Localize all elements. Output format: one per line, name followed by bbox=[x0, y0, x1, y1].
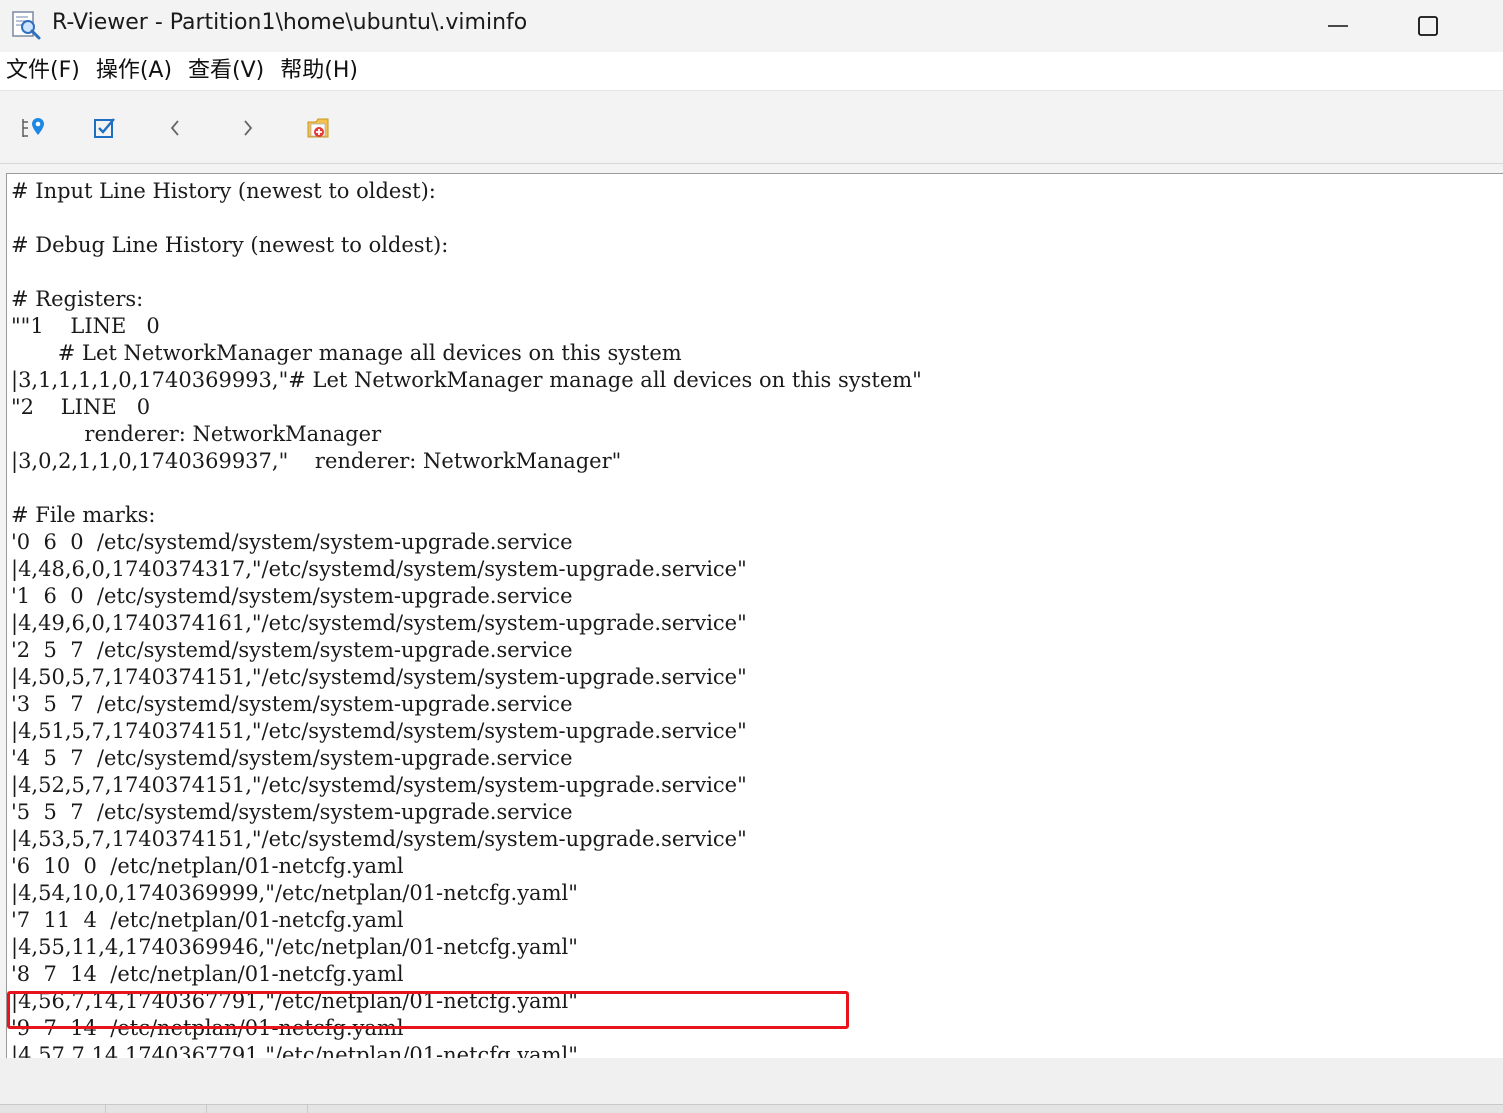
status-segment bbox=[106, 1105, 207, 1113]
text-line: |4,53,5,7,1740374151,"/etc/systemd/syste… bbox=[11, 827, 747, 851]
text-line: |4,51,5,7,1740374151,"/etc/systemd/syste… bbox=[11, 719, 747, 743]
locate-in-tree-button[interactable] bbox=[18, 113, 48, 143]
text-line: renderer: NetworkManager bbox=[11, 422, 382, 446]
text-line: # Debug Line History (newest to oldest): bbox=[11, 233, 449, 257]
text-line: ""1 LINE 0 bbox=[11, 314, 160, 338]
menu-help[interactable]: 帮助(H) bbox=[274, 52, 366, 90]
menu-view[interactable]: 查看(V) bbox=[182, 52, 272, 90]
text-line bbox=[11, 475, 922, 502]
chevron-left-icon bbox=[170, 120, 179, 136]
menu-action[interactable]: 操作(A) bbox=[90, 52, 180, 90]
text-line: |4,48,6,0,1740374317,"/etc/systemd/syste… bbox=[11, 557, 747, 581]
text-line: # Registers: bbox=[11, 287, 144, 311]
status-segment bbox=[207, 1105, 308, 1113]
chevron-right-icon bbox=[244, 120, 253, 136]
title-bar[interactable]: R-Viewer - Partition1\home\ubuntu\.vimin… bbox=[0, 0, 1503, 52]
bottom-strip bbox=[0, 1104, 1503, 1113]
checkbox-icon bbox=[94, 118, 115, 138]
text-line: '4 5 7 /etc/systemd/system/system-upgrad… bbox=[11, 746, 573, 770]
status-segment bbox=[0, 1105, 106, 1113]
text-line: '2 5 7 /etc/systemd/system/system-upgrad… bbox=[11, 638, 573, 662]
text-line: # File marks: bbox=[11, 503, 156, 527]
text-line: '7 11 4 /etc/netplan/01-netcfg.yaml bbox=[11, 908, 404, 932]
text-line: '8 7 14 /etc/netplan/01-netcfg.yaml bbox=[11, 962, 404, 986]
menu-file[interactable]: 文件(F) bbox=[0, 52, 88, 90]
text-line: |4,50,5,7,1740374151,"/etc/systemd/syste… bbox=[11, 665, 747, 689]
text-line: "2 LINE 0 bbox=[11, 395, 151, 419]
text-line: |3,1,1,1,1,0,1740369993,"# Let NetworkMa… bbox=[11, 368, 922, 392]
minimize-icon bbox=[1328, 25, 1348, 27]
text-line: |4,49,6,0,1740374161,"/etc/systemd/syste… bbox=[11, 611, 747, 635]
text-line: |4,57,7,14,1740367791,"/etc/netplan/01-n… bbox=[11, 1043, 578, 1059]
text-line: # Input Line History (newest to oldest): bbox=[11, 179, 436, 203]
text-line: # Let NetworkManager manage all devices … bbox=[11, 341, 682, 365]
text-line: '1 6 0 /etc/systemd/system/system-upgrad… bbox=[11, 584, 573, 608]
text-line: '0 6 0 /etc/systemd/system/system-upgrad… bbox=[11, 530, 573, 554]
locate-in-tree-icon bbox=[22, 118, 44, 137]
text-line: '6 10 0 /etc/netplan/01-netcfg.yaml bbox=[11, 854, 404, 878]
text-lines: # Input Line History (newest to oldest):… bbox=[11, 178, 922, 1059]
forward-button[interactable] bbox=[232, 113, 262, 143]
text-line bbox=[11, 205, 922, 232]
window-title: R-Viewer - Partition1\home\ubuntu\.vimin… bbox=[52, 10, 528, 35]
rviewer-window: R-Viewer - Partition1\home\ubuntu\.vimin… bbox=[0, 0, 1503, 1113]
magnifier-document-icon bbox=[12, 11, 41, 40]
minimize-button[interactable] bbox=[1292, 0, 1384, 52]
text-line: |4,54,10,0,1740369999,"/etc/netplan/01-n… bbox=[11, 881, 578, 905]
text-line: '9 7 14 /etc/netplan/01-netcfg.yaml bbox=[11, 1016, 404, 1040]
text-line: |4,55,11,4,1740369946,"/etc/netplan/01-n… bbox=[11, 935, 578, 959]
menu-bar: 文件(F) 操作(A) 查看(V) 帮助(H) bbox=[0, 52, 1503, 90]
text-line: |3,0,2,1,1,0,1740369937," renderer: Netw… bbox=[11, 449, 622, 473]
text-viewer[interactable]: # Input Line History (newest to oldest):… bbox=[6, 173, 1503, 1059]
text-line: '5 5 7 /etc/systemd/system/system-upgrad… bbox=[11, 800, 573, 824]
maximize-icon bbox=[1418, 16, 1438, 36]
recover-button[interactable] bbox=[304, 113, 334, 143]
toolbar bbox=[0, 90, 1503, 164]
back-button[interactable] bbox=[161, 113, 191, 143]
text-line bbox=[11, 259, 922, 286]
text-line: '3 5 7 /etc/systemd/system/system-upgrad… bbox=[11, 692, 573, 716]
text-line: |4,56,7,14,1740367791,"/etc/netplan/01-n… bbox=[11, 989, 578, 1013]
maximize-button[interactable] bbox=[1382, 0, 1474, 52]
check-button[interactable] bbox=[90, 113, 120, 143]
status-bar bbox=[0, 1058, 1503, 1104]
text-line: |4,52,5,7,1740374151,"/etc/systemd/syste… bbox=[11, 773, 747, 797]
recover-folder-icon bbox=[307, 118, 329, 138]
